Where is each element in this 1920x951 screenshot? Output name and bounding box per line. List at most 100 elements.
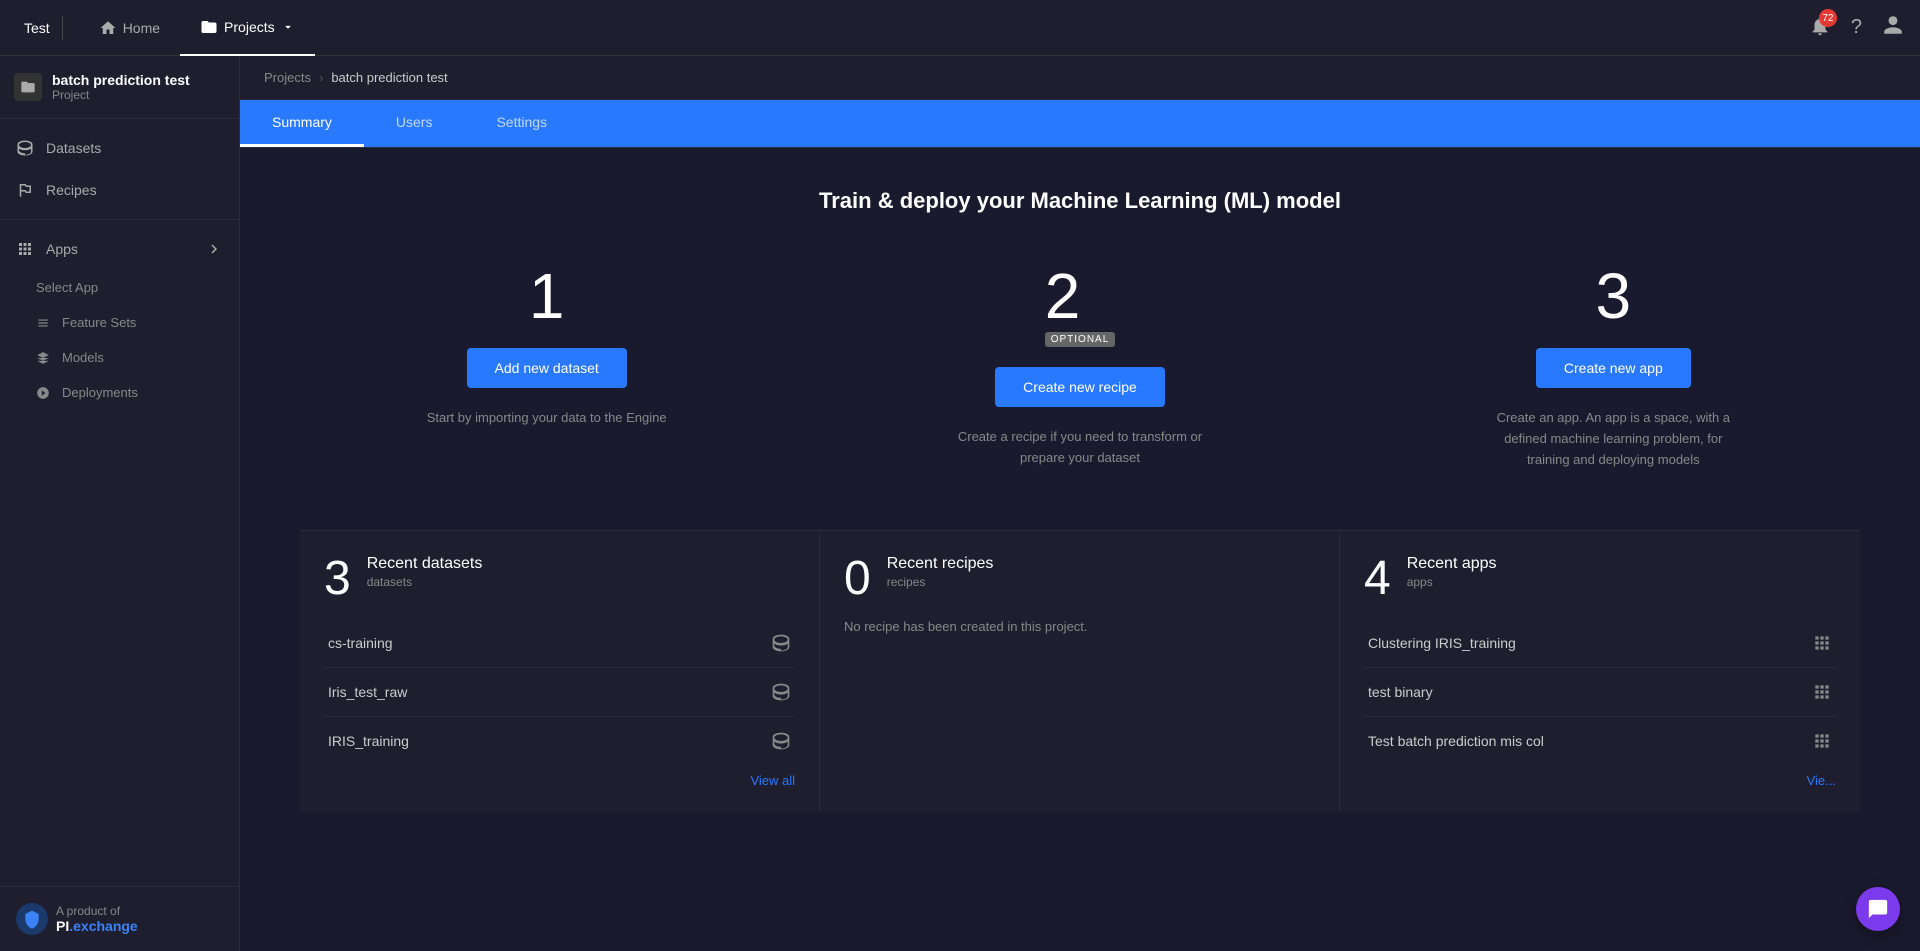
sidebar-sub-item-models[interactable]: Models bbox=[0, 340, 239, 375]
user-profile-button[interactable] bbox=[1882, 14, 1904, 42]
main-content: Projects › batch prediction test Summary… bbox=[240, 56, 1920, 951]
app-grid-icon-1 bbox=[1812, 633, 1832, 653]
dataset-item[interactable]: cs-training bbox=[324, 619, 795, 668]
sidebar-item-datasets[interactable]: Datasets bbox=[0, 127, 239, 169]
dataset-item[interactable]: Iris_test_raw bbox=[324, 668, 795, 717]
datasets-card-title: Recent datasets bbox=[367, 555, 483, 573]
sidebar-item-apps[interactable]: Apps bbox=[0, 228, 239, 270]
step-1-number: 1 bbox=[529, 264, 565, 328]
summary-title: Train & deploy your Machine Learning (ML… bbox=[300, 188, 1860, 214]
sidebar-sub-item-select-app[interactable]: Select App bbox=[0, 270, 239, 305]
datasets-icon bbox=[16, 139, 34, 157]
projects-label: Projects bbox=[224, 19, 275, 35]
apps-count-label: apps bbox=[1407, 575, 1497, 589]
folder-open-icon bbox=[20, 79, 36, 95]
step-1-desc: Start by importing your data to the Engi… bbox=[427, 408, 667, 429]
app-grid-icon-2 bbox=[1812, 682, 1832, 702]
bottom-cards: 3 Recent datasets datasets cs-training bbox=[300, 530, 1860, 812]
step-3-desc: Create an app. An app is a space, with a… bbox=[1483, 408, 1743, 470]
apps-icon bbox=[16, 240, 34, 258]
chat-support-button[interactable] bbox=[1856, 887, 1900, 931]
feature-sets-icon bbox=[36, 316, 50, 330]
test-selector-label: Test bbox=[24, 20, 50, 36]
breadcrumb-separator: › bbox=[319, 70, 323, 85]
summary-panel: Train & deploy your Machine Learning (ML… bbox=[240, 148, 1920, 951]
datasets-label: Datasets bbox=[46, 140, 101, 156]
project-icon bbox=[14, 73, 42, 101]
app-item[interactable]: test binary bbox=[1364, 668, 1836, 717]
datasets-count: 3 bbox=[324, 555, 351, 603]
project-type-label: Project bbox=[52, 88, 190, 102]
dataset-db-icon-2 bbox=[771, 682, 791, 702]
recipes-label: Recipes bbox=[46, 182, 97, 198]
logo-exchange-text: .exchange bbox=[69, 918, 137, 934]
models-icon bbox=[36, 351, 50, 365]
step-2-desc: Create a recipe if you need to transform… bbox=[950, 427, 1210, 469]
deployments-icon bbox=[36, 386, 50, 400]
sidebar-sub-item-feature-sets[interactable]: Feature Sets bbox=[0, 305, 239, 340]
home-link[interactable]: Home bbox=[79, 0, 180, 56]
no-recipe-message: No recipe has been created in this proje… bbox=[844, 619, 1315, 634]
app-item[interactable]: Test batch prediction mis col bbox=[1364, 717, 1836, 765]
add-dataset-button[interactable]: Add new dataset bbox=[467, 348, 627, 388]
datasets-count-label: datasets bbox=[367, 575, 483, 589]
recipes-icon bbox=[16, 181, 34, 199]
sidebar-sub-item-deployments[interactable]: Deployments bbox=[0, 375, 239, 410]
recipes-card-title: Recent recipes bbox=[887, 555, 994, 573]
app-grid-icon-3 bbox=[1812, 731, 1832, 751]
notifications-button[interactable]: 72 bbox=[1809, 15, 1831, 40]
user-icon bbox=[1882, 14, 1904, 36]
dataset-db-icon-3 bbox=[771, 731, 791, 751]
apps-view-all[interactable]: Vie... bbox=[1364, 773, 1836, 788]
dataset-db-icon-1 bbox=[771, 633, 791, 653]
datasets-view-all[interactable]: View all bbox=[324, 773, 795, 788]
apps-list: Clustering IRIS_training test binary bbox=[1364, 619, 1836, 765]
sidebar-footer: A product of PI .exchange bbox=[0, 886, 239, 951]
create-recipe-button[interactable]: Create new recipe bbox=[995, 367, 1165, 407]
home-label: Home bbox=[123, 20, 160, 36]
models-label: Models bbox=[62, 350, 104, 365]
step-3: 3 Create new app Create an app. An app i… bbox=[1367, 264, 1860, 470]
pi-logo-icon bbox=[22, 909, 42, 929]
help-button[interactable]: ? bbox=[1851, 16, 1862, 39]
project-name: batch prediction test bbox=[52, 72, 190, 88]
dataset-item[interactable]: IRIS_training bbox=[324, 717, 795, 765]
deployments-label: Deployments bbox=[62, 385, 138, 400]
dataset-list: cs-training Iris_test_raw bbox=[324, 619, 795, 765]
projects-link[interactable]: Projects bbox=[180, 0, 315, 56]
footer-text: A product of bbox=[56, 904, 138, 918]
recipes-count: 0 bbox=[844, 555, 871, 603]
logo-icon bbox=[16, 903, 48, 935]
apps-card-title: Recent apps bbox=[1407, 555, 1497, 573]
step-2-number: 2 bbox=[1045, 264, 1116, 328]
recipes-count-label: recipes bbox=[887, 575, 994, 589]
breadcrumb-current: batch prediction test bbox=[331, 70, 447, 85]
sidebar-item-recipes[interactable]: Recipes bbox=[0, 169, 239, 211]
steps-row: 1 Add new dataset Start by importing you… bbox=[300, 264, 1860, 470]
tab-settings[interactable]: Settings bbox=[464, 100, 579, 147]
feature-sets-label: Feature Sets bbox=[62, 315, 136, 330]
create-app-button[interactable]: Create new app bbox=[1536, 348, 1691, 388]
apps-card: 4 Recent apps apps Clustering IRIS_train… bbox=[1340, 531, 1860, 812]
step-2-optional: OPTIONAL bbox=[1045, 332, 1116, 347]
breadcrumb: Projects › batch prediction test bbox=[240, 56, 1920, 100]
select-app-label: Select App bbox=[36, 280, 98, 295]
test-selector[interactable]: Test bbox=[16, 16, 63, 40]
apps-label: Apps bbox=[46, 241, 78, 257]
step-1: 1 Add new dataset Start by importing you… bbox=[300, 264, 793, 470]
tab-bar: Summary Users Settings bbox=[240, 100, 1920, 148]
app-item[interactable]: Clustering IRIS_training bbox=[1364, 619, 1836, 668]
folder-icon bbox=[200, 18, 218, 36]
home-icon bbox=[99, 19, 117, 37]
logo-pi-text: PI bbox=[56, 918, 69, 934]
apps-chevron-icon bbox=[205, 240, 223, 258]
project-header: batch prediction test Project bbox=[0, 56, 239, 119]
tab-summary[interactable]: Summary bbox=[240, 100, 364, 147]
sidebar: batch prediction test Project Datasets R… bbox=[0, 56, 240, 951]
recipes-card: 0 Recent recipes recipes No recipe has b… bbox=[820, 531, 1340, 812]
tab-users[interactable]: Users bbox=[364, 100, 465, 147]
breadcrumb-projects[interactable]: Projects bbox=[264, 70, 311, 85]
step-3-number: 3 bbox=[1596, 264, 1632, 328]
datasets-card: 3 Recent datasets datasets cs-training bbox=[300, 531, 820, 812]
notification-count: 72 bbox=[1819, 9, 1837, 27]
